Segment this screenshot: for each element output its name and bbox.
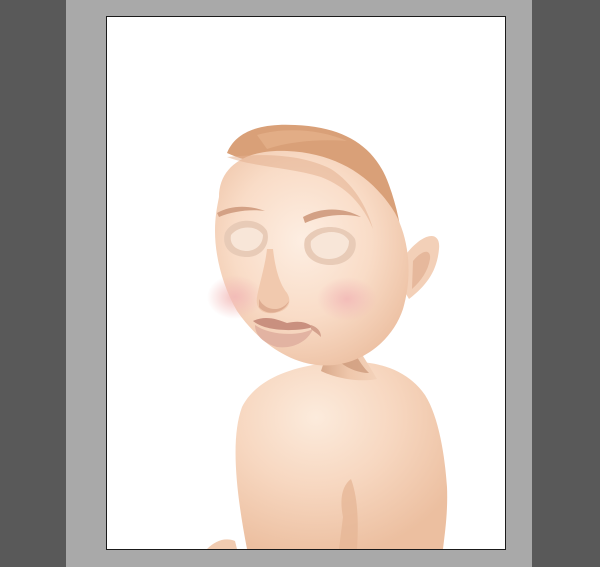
artboard[interactable] — [106, 16, 506, 550]
workspace-left — [0, 0, 66, 567]
right-cheek-blush — [317, 277, 377, 321]
artwork-illustration[interactable] — [107, 17, 505, 549]
left-cheek-blush — [207, 275, 263, 319]
workspace-right — [532, 0, 600, 567]
back-shoulder-shape — [235, 361, 448, 549]
arm-shape — [207, 539, 237, 549]
